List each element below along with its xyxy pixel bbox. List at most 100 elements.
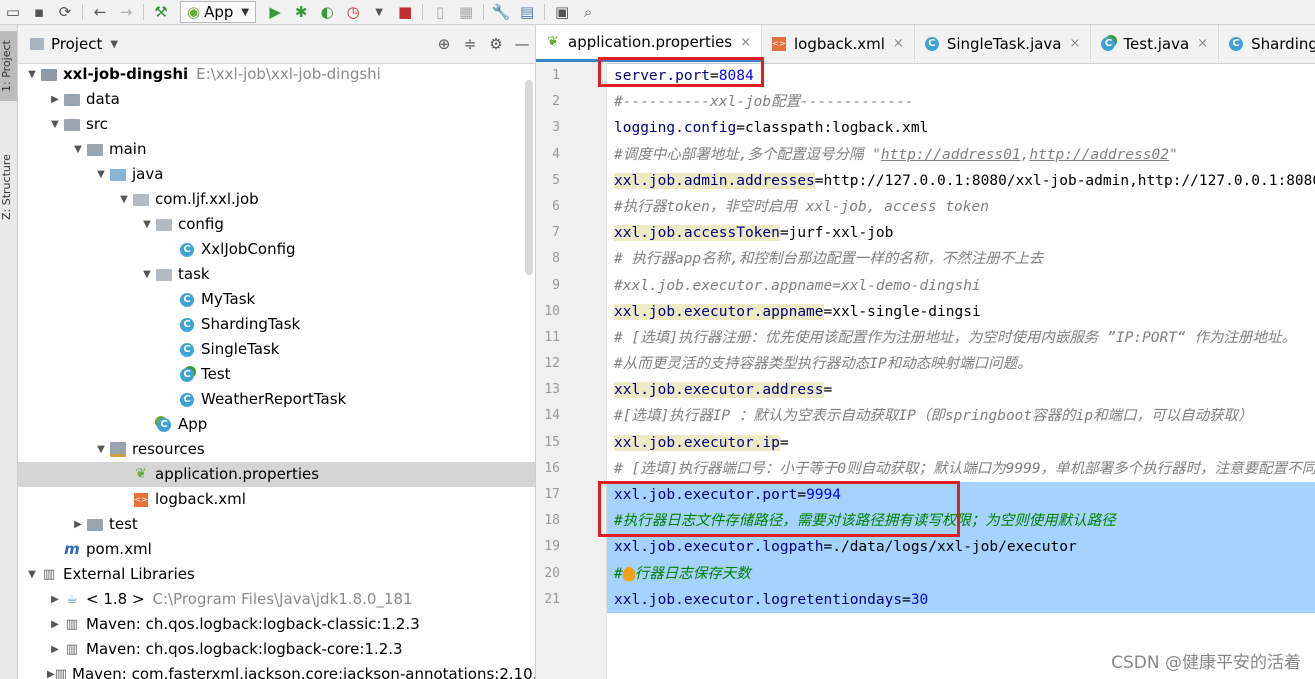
close-icon[interactable]: × [1070,36,1081,51]
collapse-arrow-icon[interactable]: ▶ [47,87,63,112]
code-line[interactable]: #执行器token，非空时启用 xxl-job, access token [607,194,1315,220]
code-line[interactable]: xxl.job.executor.address= [607,377,1315,403]
expand-arrow-icon[interactable]: ▼ [139,212,155,237]
code-line[interactable]: #----------xxl-job配置------------- [607,89,1315,115]
tree-node[interactable]: C SingleTask [18,337,535,362]
expand-arrow-icon[interactable]: ▼ [24,62,40,87]
code-line[interactable]: #xxl.job.executor.appname=xxl-demo-dings… [607,273,1315,299]
code-line[interactable]: # [选填]执行器注册：优先使用该配置作为注册地址，为空时使用内嵌服务 ”IP:… [607,325,1315,351]
editor-tab[interactable]: C Test.java × [1091,25,1220,62]
tree-node[interactable]: ▼ resources [18,437,535,462]
search-icon[interactable]: ⌕ [575,1,601,23]
editor-tab[interactable]: C ShardingTask.java [1219,25,1315,62]
code-line[interactable]: xxl.job.executor.logretentiondays=30 [607,586,1315,613]
collapse-arrow-icon[interactable]: ▶ [47,637,63,662]
tree-node[interactable]: ▶ ☕ < 1.8 > C:\Program Files\Java\jdk1.8.0_… [18,587,535,612]
tree-node[interactable]: ▶ ▥ Maven: ch.qos.logback:logback-classic:… [18,612,535,637]
code-line[interactable]: # [选填]执行器端口号：小于等于0则自动获取；默认端口为9999，单机部署多个… [607,456,1315,482]
tree-node[interactable]: ▶ test [18,512,535,537]
code-line[interactable]: xxl.job.executor.logpath=./data/logs/xxl… [607,534,1315,561]
tree-node[interactable]: C Test [18,362,535,387]
open-icon[interactable]: ▭ [0,1,26,23]
tree-node[interactable]: C App [18,412,535,437]
project-tool-tab[interactable]: 1: Project [0,31,17,101]
save-icon[interactable]: ▪ [26,1,52,23]
stop-icon[interactable]: ■ [392,1,418,23]
back-arrow-icon[interactable]: ← [87,1,113,23]
tree-node[interactable]: ▼ ▥ External Libraries [18,562,535,587]
project-view-select[interactable]: Project ▼ [28,35,118,53]
code-line[interactable]: #[选填]执行器IP ：默认为空表示自动获取IP（即springboot容器的i… [607,403,1315,429]
code-line[interactable]: # 执行器app名称,和控制台那边配置一样的名称，不然注册不上去 [607,246,1315,272]
build-hammer-icon[interactable]: ⚒ [148,1,174,23]
collapse-arrow-icon[interactable]: ▶ [70,512,86,537]
tree-node[interactable]: ▶ ▥ Maven: ch.qos.logback:logback-core:1.2… [18,637,535,662]
collapse-arrow-icon[interactable]: ▶ [47,662,55,679]
minimize-icon[interactable]: — [509,33,535,55]
gear-icon[interactable]: ⚙ [483,33,509,55]
sync-icon[interactable]: ⟳ [52,1,78,23]
expand-arrow-icon[interactable]: ▼ [47,112,63,137]
lightbulb-icon[interactable] [622,566,635,581]
close-icon[interactable]: × [893,36,904,51]
line-number: 3 [552,120,560,136]
expand-arrow-icon[interactable]: ▼ [139,262,155,287]
expand-arrow-icon[interactable]: ▼ [24,562,40,587]
tree-node[interactable]: ▼ config [18,212,535,237]
debug-icon[interactable]: ✱ [288,1,314,23]
code-line[interactable]: # 行器日志保存天数 [607,560,1315,587]
coverage-icon[interactable]: ◐ [314,1,340,23]
expand-arrow-icon[interactable]: ▼ [93,437,109,462]
profile-icon[interactable]: ◷ [340,1,366,23]
comment-text: http://address02 [1029,146,1170,163]
forward-arrow-icon[interactable]: → [113,1,139,23]
code-line[interactable]: xxl.job.executor.appname=xxl-single-ding… [607,299,1315,325]
code-editor[interactable]: server.port=8084 #----------xxl-job配置----… [607,63,1315,679]
locate-icon[interactable]: ⊕ [431,33,457,55]
terminal-icon[interactable]: ▣ [549,1,575,23]
tree-node[interactable]: ❦ application.properties [18,462,535,487]
tree-node-label: SingleTask [201,340,280,358]
close-icon[interactable]: × [1197,36,1208,51]
tree-node[interactable]: ▼ com.ljf.xxl.job [18,187,535,212]
tree-node[interactable]: ▶ data [18,87,535,112]
tree-node[interactable]: m pom.xml [18,537,535,562]
tree-node[interactable]: ▼ main [18,137,535,162]
close-icon[interactable]: × [740,35,751,50]
services-icon[interactable]: ▦ [453,1,479,23]
editor-tab[interactable]: C SingleTask.java × [915,25,1092,62]
tree-node[interactable]: C ShardingTask [18,312,535,337]
tree-node[interactable]: C WeatherReportTask [18,387,535,412]
collapse-all-icon[interactable]: ≑ [457,33,483,55]
tree-node[interactable]: ▼ task [18,262,535,287]
run-icon[interactable]: ▶ [262,1,288,23]
collapse-arrow-icon[interactable]: ▶ [47,612,63,637]
code-line[interactable]: logging.config=classpath:logback.xml [607,115,1315,141]
attach-icon[interactable]: ▯ [427,1,453,23]
run-configuration-select[interactable]: ◉ App ▼ [180,1,257,23]
expand-arrow-icon[interactable]: ▼ [93,162,109,187]
tree-node[interactable]: C MyTask [18,287,535,312]
tree-node[interactable]: ▼ java [18,162,535,187]
project-panel-header: Project ▼ ⊕ ≑ ⚙ — [18,25,535,64]
code-line[interactable]: xxl.job.accessToken=jurf-xxl-job [607,220,1315,246]
tree-scrollbar[interactable] [525,80,533,275]
code-line[interactable]: #从而更灵活的支持容器类型执行器动态IP和动态映射端口问题。 [607,351,1315,377]
expand-arrow-icon[interactable]: ▼ [70,137,86,162]
expand-arrow-icon[interactable]: ▼ [116,187,132,212]
tree-node[interactable]: ▶ ▥ Maven: com.fasterxml.jackson.core:jack… [18,662,535,679]
code-line[interactable]: xxl.job.executor.ip= [607,430,1315,456]
project-structure-icon[interactable]: ▤ [514,1,540,23]
tree-node[interactable]: ▼ xxl-job-dingshi E:\xxl-job\xxl-job-dings… [18,62,535,87]
wrench-icon[interactable]: 🔧 [488,1,514,23]
code-line[interactable]: xxl.job.admin.addresses=http://127.0.0.1… [607,168,1315,194]
structure-tool-tab[interactable]: Z: Structure [0,140,17,235]
property-value: 30 [910,591,929,608]
tree-node[interactable]: ▼ src [18,112,535,137]
collapse-arrow-icon[interactable]: ▶ [47,587,63,612]
tree-node[interactable]: <> logback.xml [18,487,535,512]
tree-node[interactable]: C XxlJobConfig [18,237,535,262]
more-run-icon[interactable]: ▼ [366,1,392,23]
editor-tab[interactable]: <> logback.xml × [762,25,915,62]
code-line[interactable]: #调度中心部署地址,多个配置逗号分隔 "http://address01,htt… [607,142,1315,168]
